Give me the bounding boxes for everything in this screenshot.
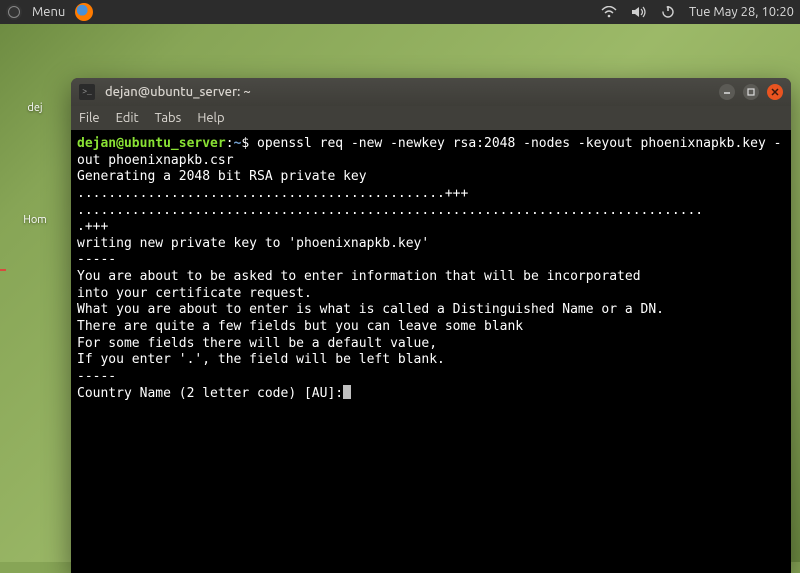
menu-edit[interactable]: Edit	[116, 111, 139, 125]
desktop: dej Hom dejan@ubuntu_server: ~ File Edit…	[0, 24, 800, 562]
topbar-right: Tue May 28, 10:20	[601, 5, 794, 19]
desktop-icon-2[interactable]: Hom	[8, 214, 62, 226]
firefox-icon[interactable]	[75, 3, 93, 21]
terminal-line: Country Name (2 letter code) [AU]:	[77, 386, 343, 401]
prompt-sep: :	[226, 136, 234, 151]
menu-help[interactable]: Help	[197, 111, 224, 125]
desktop-accent	[0, 269, 6, 271]
terminal-cursor	[343, 385, 351, 399]
power-icon[interactable]	[661, 5, 675, 19]
close-button[interactable]	[767, 84, 783, 100]
terminal-line: -----	[77, 252, 116, 267]
window-title: dejan@ubuntu_server: ~	[105, 85, 251, 99]
clock-label[interactable]: Tue May 28, 10:20	[689, 5, 794, 19]
window-controls	[719, 84, 783, 100]
terminal-line: writing new private key to 'phoenixnapkb…	[77, 236, 429, 251]
system-topbar: Menu Tue May 28, 10:20	[0, 0, 800, 24]
terminal-line: If you enter '.', the field will be left…	[77, 352, 445, 367]
menu-label[interactable]: Menu	[32, 5, 65, 19]
prompt-dollar: $	[241, 136, 257, 151]
terminal-line: -----	[77, 369, 116, 384]
terminal-line: You are about to be asked to enter infor…	[77, 269, 641, 284]
ubuntu-logo-icon[interactable]	[6, 4, 22, 20]
minimize-button[interactable]	[719, 84, 735, 100]
terminal-line: .+++	[77, 219, 108, 234]
terminal-line: For some fields there will be a default …	[77, 336, 437, 351]
menu-file[interactable]: File	[79, 111, 100, 125]
terminal-line: What you are about to enter is what is c…	[77, 302, 664, 317]
terminal-line: into your certificate request.	[77, 286, 312, 301]
terminal-menubar: File Edit Tabs Help	[71, 106, 791, 130]
terminal-body[interactable]: dejan@ubuntu_server:~$ openssl req -new …	[71, 130, 791, 573]
terminal-line: ........................................…	[77, 203, 703, 218]
volume-icon[interactable]	[631, 6, 647, 18]
topbar-left: Menu	[6, 3, 93, 21]
menu-tabs[interactable]: Tabs	[155, 111, 182, 125]
terminal-window: dejan@ubuntu_server: ~ File Edit Tabs He…	[71, 78, 791, 573]
desktop-icon-1[interactable]: dej	[8, 102, 62, 114]
terminal-line: ........................................…	[77, 186, 468, 201]
prompt-userhost: dejan@ubuntu_server	[77, 136, 226, 151]
terminal-icon	[79, 84, 95, 100]
terminal-line: There are quite a few fields but you can…	[77, 319, 523, 334]
terminal-line: Generating a 2048 bit RSA private key	[77, 169, 367, 184]
network-icon[interactable]	[601, 6, 617, 18]
window-titlebar[interactable]: dejan@ubuntu_server: ~	[71, 78, 791, 106]
maximize-button[interactable]	[743, 84, 759, 100]
